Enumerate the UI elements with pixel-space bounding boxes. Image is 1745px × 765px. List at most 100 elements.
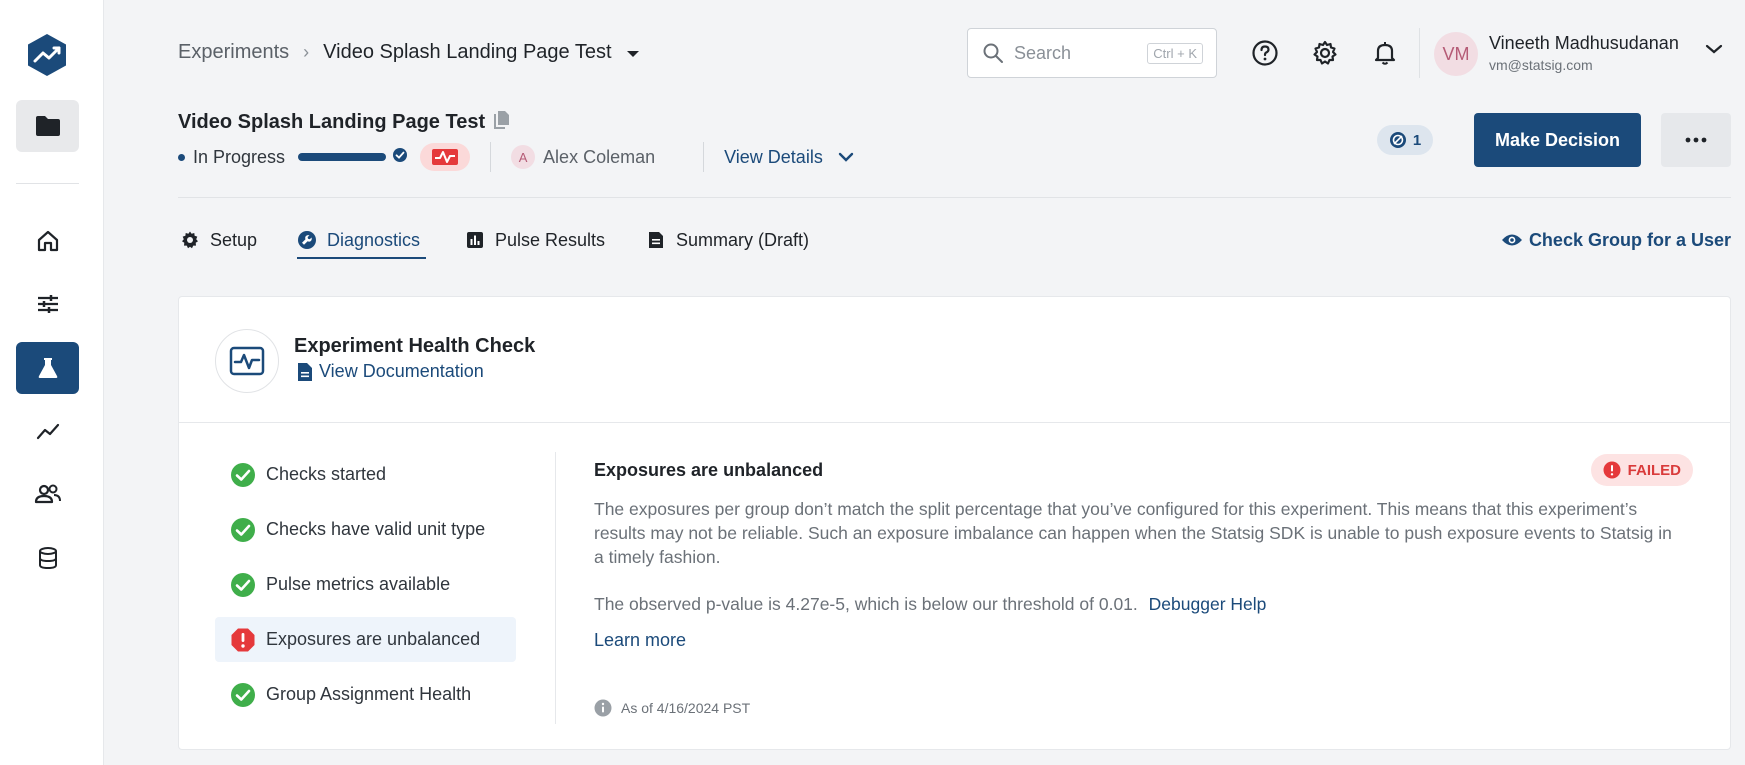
- progress-bar: [298, 153, 387, 161]
- caret-down-icon[interactable]: [626, 42, 640, 65]
- list-item[interactable]: Checks started: [215, 452, 516, 497]
- experiment-status-row: In Progress A Alex Coleman View Details: [178, 142, 855, 172]
- detail-pvalue: The observed p-value is 4.27e-5, which i…: [594, 594, 1266, 615]
- sidebar-divider: [16, 183, 79, 184]
- list-divider: [555, 452, 556, 724]
- view-details-button[interactable]: View Details: [724, 147, 855, 168]
- search-placeholder: Search: [1014, 42, 1072, 63]
- sliders-icon: [37, 295, 58, 313]
- active-tab-indicator: [297, 257, 426, 259]
- sidebar-item-users[interactable]: [16, 468, 79, 520]
- view-documentation-label: View Documentation: [319, 361, 484, 381]
- as-of-text: As of 4/16/2024 PST: [621, 700, 751, 716]
- check-circle-icon: [231, 517, 255, 542]
- sidebar-item-experiments[interactable]: [16, 342, 79, 394]
- gear-icon: [182, 231, 198, 249]
- bell-icon: [1374, 42, 1396, 65]
- check-circle-icon: [231, 682, 255, 707]
- flask-icon: [38, 358, 57, 378]
- alert-count: 1: [1412, 131, 1422, 149]
- bar-chart-icon: [467, 232, 483, 248]
- sidebar-item-configs[interactable]: [16, 278, 79, 330]
- health-check-title: Experiment Health Check: [294, 335, 536, 357]
- tab-summary[interactable]: Summary (Draft): [646, 222, 809, 258]
- pvalue-text: The observed p-value is 4.27e-5, which i…: [594, 594, 1138, 614]
- settings-button[interactable]: [1310, 38, 1340, 68]
- copy-icon[interactable]: [493, 109, 511, 135]
- no-entry-icon: [1389, 132, 1406, 148]
- status-divider-2: [703, 142, 705, 172]
- gear-icon: [1313, 40, 1337, 65]
- statsig-logo[interactable]: [24, 32, 70, 78]
- health-check-card: Experiment Health Check View Documentati…: [178, 296, 1731, 750]
- list-item[interactable]: Group Assignment Health: [215, 672, 516, 717]
- tab-setup-label: Setup: [210, 229, 258, 250]
- chevron-down-icon[interactable]: [1705, 42, 1723, 60]
- user-avatar[interactable]: VM: [1434, 32, 1478, 76]
- health-monitor-icon: [215, 329, 279, 393]
- header-bottom-divider: [178, 197, 1731, 198]
- view-details-label: View Details: [724, 146, 823, 167]
- as-of-timestamp: As of 4/16/2024 PST: [594, 699, 750, 717]
- check-group-button[interactable]: Check Group for a User: [1501, 222, 1731, 258]
- experiment-title-text: Video Splash Landing Page Test: [178, 110, 486, 133]
- home-icon: [37, 230, 58, 252]
- status-dot: [178, 153, 185, 161]
- status-badge: FAILED: [1590, 454, 1693, 486]
- trend-line-icon: [36, 423, 59, 440]
- chevron-down-icon: [838, 152, 854, 162]
- breadcrumb-current: Video Splash Landing Page Test: [323, 41, 612, 63]
- eye-icon: [1501, 234, 1522, 246]
- user-name[interactable]: Vineeth Madhusudanan: [1489, 33, 1679, 54]
- document-icon: [649, 232, 663, 248]
- header-divider: [1419, 28, 1420, 78]
- check-label: Pulse metrics available: [266, 574, 451, 594]
- notifications-button[interactable]: [1370, 38, 1400, 68]
- sidebar-item-analytics[interactable]: [16, 405, 79, 457]
- tab-diagnostics-label: Diagnostics: [327, 229, 421, 250]
- info-icon: [594, 699, 612, 717]
- database-icon: [38, 547, 57, 570]
- list-item-selected[interactable]: Exposures are unbalanced: [215, 617, 516, 662]
- sidebar-item-projects[interactable]: [16, 100, 79, 152]
- help-icon: [1252, 40, 1278, 66]
- health-alert-badge[interactable]: [420, 143, 471, 171]
- alert-count-pill[interactable]: 1: [1377, 125, 1433, 155]
- sidebar: [0, 0, 104, 765]
- search-icon: [983, 43, 1003, 63]
- sidebar-item-data[interactable]: [16, 532, 79, 584]
- search-shortcut: Ctrl + K: [1147, 43, 1203, 64]
- document-icon: [298, 362, 312, 381]
- make-decision-button[interactable]: Make Decision: [1474, 113, 1641, 167]
- breadcrumb: Experiments › Video Splash Landing Page …: [178, 40, 640, 65]
- breadcrumb-experiments[interactable]: Experiments: [178, 41, 289, 64]
- folder-icon: [35, 116, 60, 136]
- list-item[interactable]: Checks have valid unit type: [215, 507, 516, 552]
- debugger-help-link[interactable]: Debugger Help: [1149, 594, 1267, 614]
- tab-setup[interactable]: Setup: [180, 222, 257, 258]
- search-input[interactable]: Search Ctrl + K: [967, 28, 1217, 78]
- alert-circle-icon: [1603, 461, 1621, 479]
- owner-avatar: A: [511, 145, 536, 169]
- check-group-label: Check Group for a User: [1528, 229, 1731, 250]
- wrench-icon: [298, 231, 316, 249]
- help-button[interactable]: [1250, 38, 1280, 68]
- tab-diagnostics[interactable]: Diagnostics: [297, 222, 420, 258]
- check-label: Exposures are unbalanced: [266, 629, 481, 649]
- more-options-button[interactable]: [1661, 113, 1731, 167]
- status-divider: [490, 142, 492, 172]
- tab-pulse-results[interactable]: Pulse Results: [465, 222, 605, 258]
- view-documentation-link[interactable]: View Documentation: [297, 361, 484, 382]
- health-checks-list: Checks started Checks have valid unit ty…: [215, 452, 516, 727]
- check-label: Group Assignment Health: [266, 684, 472, 704]
- chevron-right-icon: ›: [303, 42, 310, 62]
- list-item[interactable]: Pulse metrics available: [215, 562, 516, 607]
- card-divider: [179, 422, 1730, 423]
- owner-name[interactable]: Alex Coleman: [543, 147, 655, 168]
- sidebar-item-home[interactable]: [16, 215, 79, 267]
- learn-more-link[interactable]: Learn more: [594, 630, 686, 651]
- tab-summary-label: Summary (Draft): [676, 229, 810, 250]
- pulse-alert-icon: [432, 149, 459, 165]
- status-text: In Progress: [193, 146, 286, 167]
- check-circle-icon: [231, 572, 255, 597]
